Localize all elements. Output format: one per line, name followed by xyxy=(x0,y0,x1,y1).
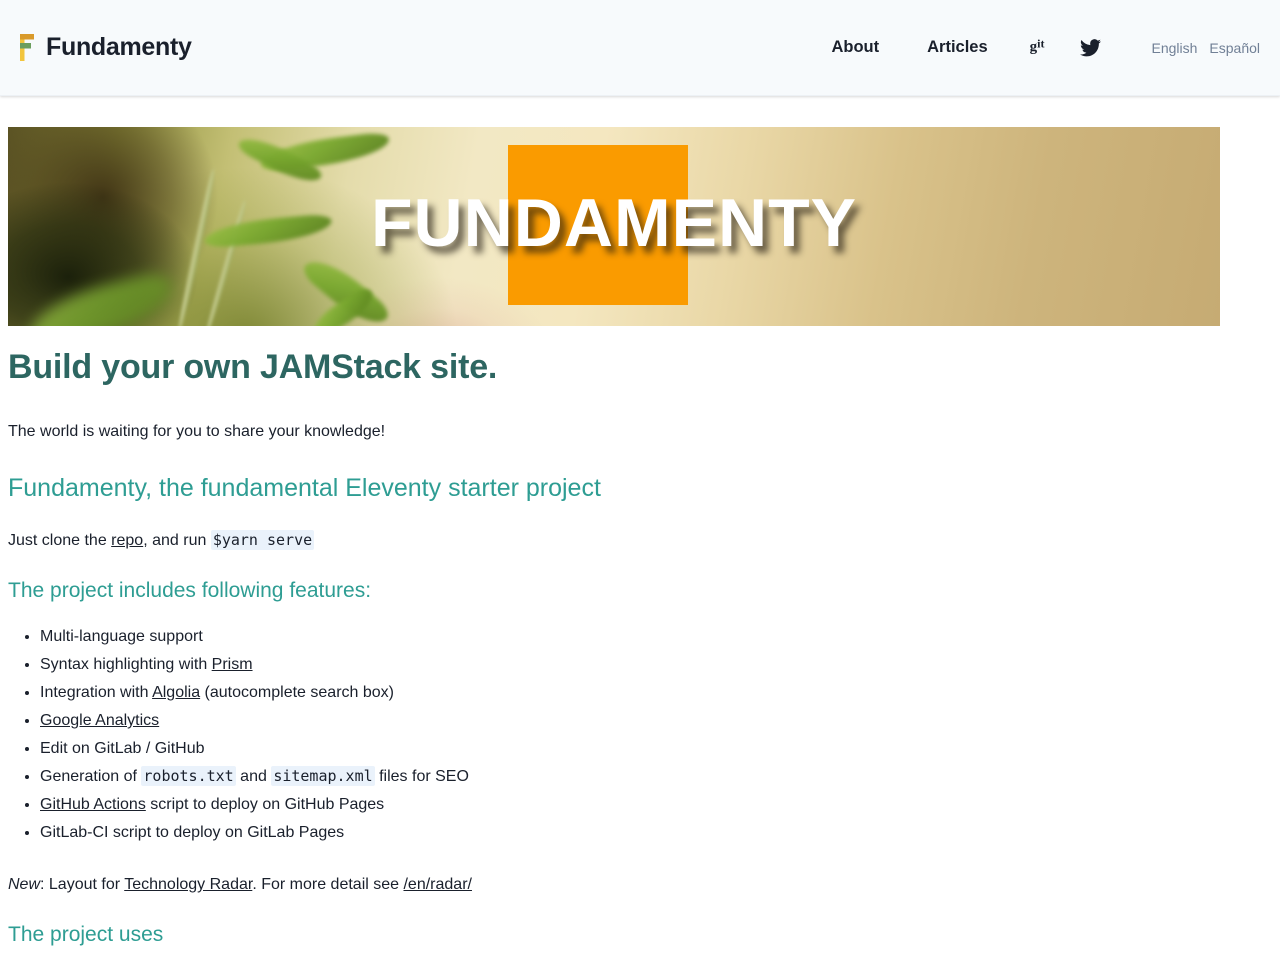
twitter-bird-icon xyxy=(1080,38,1102,57)
new-mid2-text: . For more detail see xyxy=(252,876,404,894)
hero-title: FUNDAMENTY xyxy=(371,185,857,261)
nav-item-about[interactable]: About xyxy=(807,38,903,57)
list-item: Syntax highlighting with Prism xyxy=(40,651,1220,679)
section-heading-uses: The project uses xyxy=(8,923,164,947)
feature-prefix: Generation of xyxy=(40,768,142,786)
brand-title: Fundamenty xyxy=(46,33,192,61)
nav-item-git[interactable]: git xyxy=(1012,36,1063,56)
clone-mid-text: , and run xyxy=(143,531,211,549)
new-feature-paragraph: New: Layout for Technology Radar. For mo… xyxy=(8,874,1220,896)
sitemap-xml-code: sitemap.xml xyxy=(271,766,375,787)
feature-mid: and xyxy=(235,768,272,786)
robots-txt-code: robots.txt xyxy=(141,766,236,787)
list-item: Integration with Algolia (autocomplete s… xyxy=(40,679,1220,707)
list-item: Google Analytics xyxy=(40,707,1220,735)
list-item: GitLab-CI script to deploy on GitLab Pag… xyxy=(40,819,1220,847)
hero-banner: FUNDAMENTY xyxy=(8,127,1220,326)
banner-wrapper: FUNDAMENTY xyxy=(0,96,1280,326)
yarn-serve-code: $yarn serve xyxy=(210,529,315,550)
prism-link[interactable]: Prism xyxy=(212,656,253,673)
features-list: Multi-language support Syntax highlighti… xyxy=(8,623,1220,847)
git-superscript: it xyxy=(1037,36,1045,51)
nav-item-articles[interactable]: Articles xyxy=(903,38,1012,57)
feature-suffix: (autocomplete search box) xyxy=(200,684,394,702)
technology-radar-link[interactable]: Technology Radar xyxy=(124,876,252,893)
list-item: Edit on GitLab / GitHub xyxy=(40,735,1220,763)
site-header: Fundamenty About Articles git English Es… xyxy=(0,0,1280,96)
feature-suffix: script to deploy on GitHub Pages xyxy=(145,796,385,814)
list-item: Generation of robots.txt and sitemap.xml… xyxy=(40,763,1220,791)
feature-prefix: Integration with xyxy=(40,684,153,702)
lang-link-english[interactable]: English xyxy=(1145,40,1203,56)
github-actions-link[interactable]: GitHub Actions xyxy=(40,796,146,813)
feature-text: GitLab-CI script to deploy on GitLab Pag… xyxy=(40,824,345,842)
feature-prefix: Syntax highlighting with xyxy=(40,656,212,674)
lead-paragraph: The world is waiting for you to share yo… xyxy=(8,423,386,441)
article-content: Build your own JAMStack site. The world … xyxy=(0,347,1280,960)
clone-prefix-text: Just clone the xyxy=(8,531,112,549)
plant-leaf xyxy=(22,269,180,326)
language-switcher: English Español xyxy=(1145,40,1280,56)
feature-suffix: files for SEO xyxy=(374,768,469,786)
brand-home-link[interactable]: Fundamenty xyxy=(20,34,192,61)
section-heading-features: The project includes following features: xyxy=(8,578,372,602)
nav-item-twitter[interactable] xyxy=(1062,38,1119,57)
main-nav: About Articles git xyxy=(807,36,1119,57)
f-logo-icon xyxy=(20,34,36,61)
section-heading-starter: Fundamenty, the fundamental Eleventy sta… xyxy=(8,473,601,502)
lang-link-espanol[interactable]: Español xyxy=(1203,40,1266,56)
list-item: GitHub Actions script to deploy on GitHu… xyxy=(40,791,1220,819)
algolia-link[interactable]: Algolia xyxy=(152,684,200,701)
repo-link[interactable]: repo xyxy=(111,532,143,549)
clone-instructions: Just clone the repo, and run $yarn serve xyxy=(8,529,1220,552)
radar-path-link[interactable]: /en/radar/ xyxy=(403,876,471,893)
list-item: Multi-language support xyxy=(40,623,1220,651)
feature-text: Multi-language support xyxy=(40,628,203,646)
google-analytics-link[interactable]: Google Analytics xyxy=(40,712,159,729)
new-badge: New xyxy=(8,876,41,894)
feature-text: Edit on GitLab / GitHub xyxy=(40,740,205,758)
new-mid-text: : Layout for xyxy=(40,876,125,894)
page-title: Build your own JAMStack site. xyxy=(8,348,498,386)
